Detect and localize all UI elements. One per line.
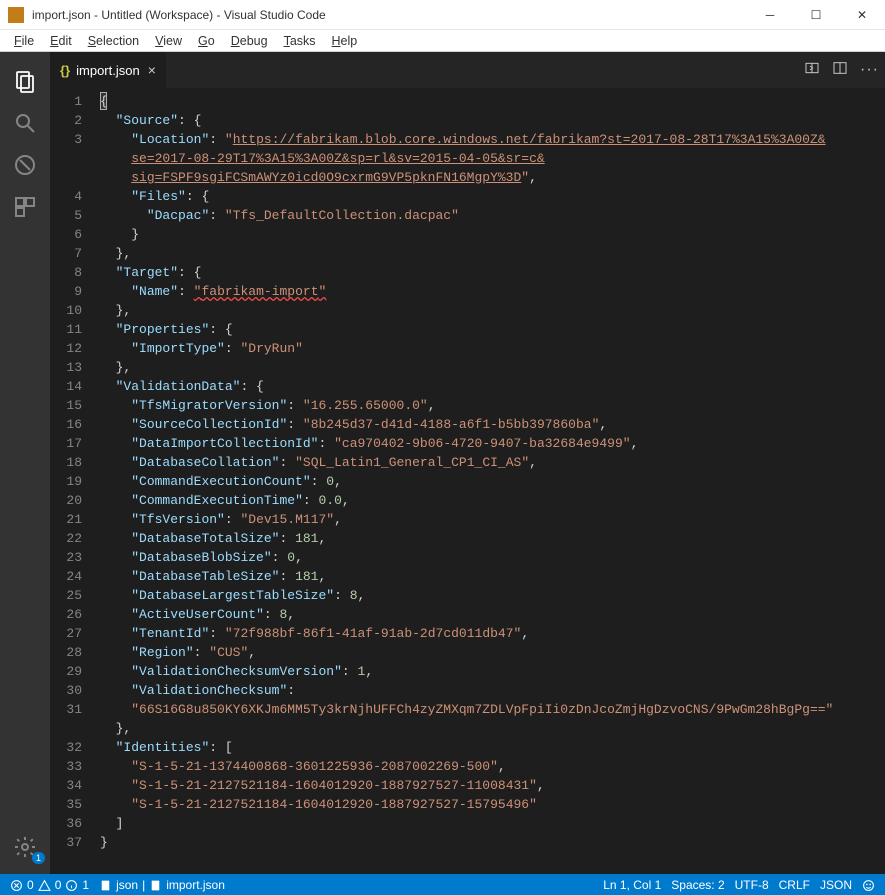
window-maximize-button[interactable]: ☐ <box>793 0 839 30</box>
status-bar: 0 0 1 json | import.json Ln 1, Col 1 Spa… <box>0 874 885 895</box>
menu-help[interactable]: Help <box>324 34 366 48</box>
menu-file[interactable]: File <box>6 34 42 48</box>
editor-tab-bar: {} import.json × ··· <box>50 52 885 88</box>
status-eol[interactable]: CRLF <box>779 878 810 892</box>
window-close-button[interactable]: ✕ <box>839 0 885 30</box>
menu-bar: File Edit Selection View Go Debug Tasks … <box>0 30 885 52</box>
debug-icon[interactable] <box>1 144 49 186</box>
compare-editor-icon[interactable] <box>804 60 820 81</box>
code-content[interactable]: { "Source": { "Location": "https://fabri… <box>100 88 865 856</box>
menu-view[interactable]: View <box>147 34 190 48</box>
menu-debug[interactable]: Debug <box>223 34 276 48</box>
extensions-icon[interactable] <box>1 186 49 228</box>
status-feedback-icon[interactable] <box>862 879 875 892</box>
search-icon[interactable] <box>1 102 49 144</box>
menu-selection[interactable]: Selection <box>80 34 147 48</box>
settings-gear-icon[interactable]: 1 <box>1 826 49 868</box>
settings-badge: 1 <box>32 852 45 864</box>
menu-tasks[interactable]: Tasks <box>276 34 324 48</box>
status-encoding[interactable]: UTF-8 <box>735 878 769 892</box>
editor-more-icon[interactable]: ··· <box>860 61 879 79</box>
status-file-path[interactable]: json | import.json <box>99 878 225 892</box>
title-bar: import.json - Untitled (Workspace) - Vis… <box>0 0 885 30</box>
vscode-logo-icon <box>8 7 24 23</box>
activity-bar: 1 <box>0 52 50 874</box>
tab-import-json[interactable]: {} import.json × <box>50 52 166 88</box>
line-number-gutter: 123 456789101112131415161718192021222324… <box>50 88 100 874</box>
explorer-icon[interactable] <box>1 60 49 102</box>
window-minimize-button[interactable]: ─ <box>747 0 793 30</box>
menu-go[interactable]: Go <box>190 34 223 48</box>
menu-edit[interactable]: Edit <box>42 34 80 48</box>
split-editor-icon[interactable] <box>832 60 848 81</box>
editor-cursor <box>100 92 107 110</box>
status-indent[interactable]: Spaces: 2 <box>671 878 724 892</box>
code-editor[interactable]: 123 456789101112131415161718192021222324… <box>50 88 885 874</box>
status-ln-col[interactable]: Ln 1, Col 1 <box>603 878 661 892</box>
status-language[interactable]: JSON <box>820 878 852 892</box>
tab-filename: import.json <box>76 63 140 78</box>
tab-close-icon[interactable]: × <box>148 62 156 78</box>
status-problems[interactable]: 0 0 1 <box>10 878 89 892</box>
minimap[interactable] <box>865 88 885 874</box>
json-file-icon: {} <box>60 63 70 78</box>
window-title: import.json - Untitled (Workspace) - Vis… <box>32 8 326 22</box>
